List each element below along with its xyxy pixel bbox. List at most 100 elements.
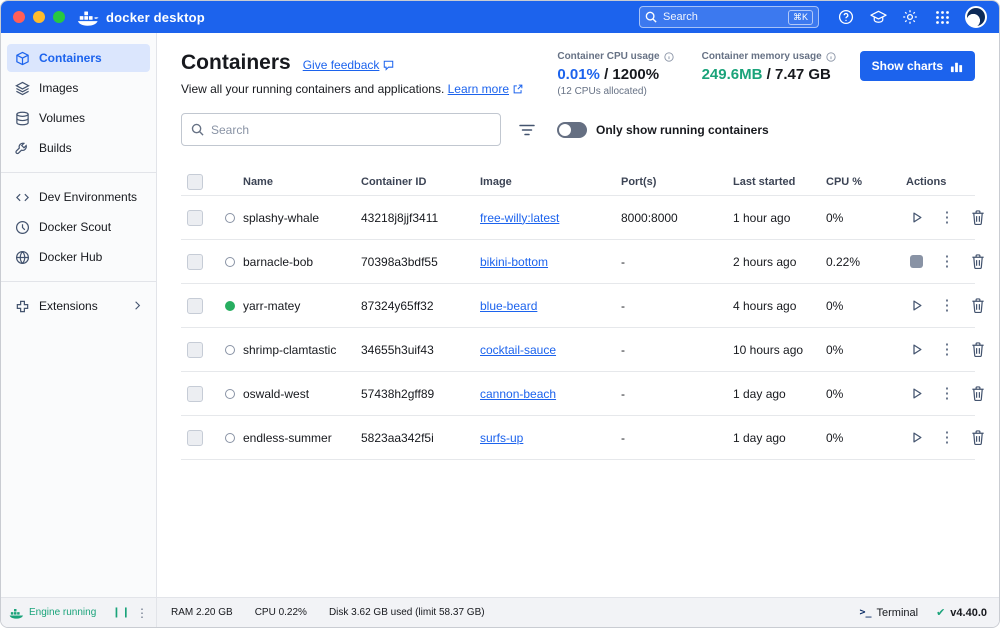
sidebar-item-images[interactable]: Images: [7, 74, 150, 102]
row-checkbox[interactable]: [187, 210, 203, 226]
sidebar-item-docker-scout[interactable]: Docker Scout: [7, 213, 150, 241]
table-row[interactable]: yarr-matey 87324y65ff32 blue-beard - 4 h…: [181, 284, 975, 328]
column-header-cpu[interactable]: CPU %: [814, 176, 894, 188]
version-label: v4.40.0: [950, 607, 987, 619]
column-header-actions: Actions: [894, 176, 975, 188]
row-checkbox[interactable]: [187, 254, 203, 270]
container-search-input[interactable]: [211, 123, 491, 137]
row-checkbox[interactable]: [187, 430, 203, 446]
ram-usage: RAM 2.20 GB: [171, 607, 233, 618]
container-cpu: 0%: [814, 299, 894, 313]
start-stop-button[interactable]: [906, 296, 926, 316]
trash-icon: [971, 342, 985, 357]
image-link[interactable]: bikini-bottom: [480, 255, 548, 269]
delete-button[interactable]: [968, 296, 988, 316]
container-name: endless-summer: [243, 431, 332, 445]
image-link[interactable]: cannon-beach: [480, 387, 556, 401]
apps-grid-icon[interactable]: [933, 8, 951, 26]
show-charts-button[interactable]: Show charts: [860, 51, 975, 81]
main-content: Containers Give feedback View all your r…: [157, 33, 999, 597]
sidebar-item-extensions[interactable]: Extensions: [7, 292, 150, 320]
help-icon[interactable]: [837, 8, 855, 26]
start-stop-button[interactable]: [906, 252, 926, 272]
running-only-toggle[interactable]: [557, 122, 587, 138]
table-row[interactable]: barnacle-bob 70398a3bdf55 bikini-bottom …: [181, 240, 975, 284]
container-cpu: 0%: [814, 211, 894, 225]
close-window-button[interactable]: [13, 11, 25, 23]
memory-usage-stat: Container memory usage 249.6MB / 7.47 GB: [702, 51, 836, 97]
user-avatar[interactable]: [965, 6, 987, 28]
select-all-checkbox[interactable]: [187, 174, 203, 190]
table-row[interactable]: shrimp-clamtastic 34655h3uif43 cocktail-…: [181, 328, 975, 372]
zoom-window-button[interactable]: [53, 11, 65, 23]
delete-button[interactable]: [968, 428, 988, 448]
image-link[interactable]: cocktail-sauce: [480, 343, 556, 357]
terminal-icon: >_: [859, 607, 871, 618]
container-ports: -: [609, 431, 721, 445]
container-last-started: 1 day ago: [721, 387, 814, 401]
table-row[interactable]: splashy-whale 43218j8jjf3411 free-willy:…: [181, 196, 975, 240]
delete-button[interactable]: [968, 340, 988, 360]
container-cpu: 0%: [814, 431, 894, 445]
image-link[interactable]: free-willy:latest: [480, 211, 559, 225]
sidebar-item-volumes[interactable]: Volumes: [7, 104, 150, 132]
memory-total-value: / 7.47 GB: [767, 66, 831, 83]
running-only-toggle-label: Only show running containers: [596, 123, 769, 137]
start-stop-button[interactable]: [906, 208, 926, 228]
sidebar-item-dev-environments[interactable]: Dev Environments: [7, 183, 150, 211]
sidebar-item-label: Volumes: [39, 111, 85, 125]
engine-status: Engine running ❙❙ ⋮: [1, 598, 157, 627]
give-feedback-link[interactable]: Give feedback: [303, 58, 395, 72]
kebab-icon: ⋮: [940, 298, 955, 313]
row-menu-button[interactable]: ⋮: [937, 428, 957, 448]
container-last-started: 4 hours ago: [721, 299, 814, 313]
container-search-box: [181, 113, 501, 146]
container-ports: 8000:8000: [609, 211, 721, 225]
container-ports: -: [609, 343, 721, 357]
container-last-started: 2 hours ago: [721, 255, 814, 269]
container-status-dot: [225, 433, 235, 443]
version-status[interactable]: ✔ v4.40.0: [936, 606, 987, 619]
sidebar-item-builds[interactable]: Builds: [7, 134, 150, 162]
info-icon[interactable]: [826, 52, 836, 62]
delete-button[interactable]: [968, 384, 988, 404]
image-link[interactable]: blue-beard: [480, 299, 537, 313]
column-header-name[interactable]: Name: [225, 176, 349, 188]
column-header-ports[interactable]: Port(s): [609, 176, 721, 188]
start-stop-button[interactable]: [906, 428, 926, 448]
info-icon[interactable]: [664, 52, 674, 62]
start-stop-button[interactable]: [906, 384, 926, 404]
row-checkbox[interactable]: [187, 342, 203, 358]
table-row[interactable]: endless-summer 5823aa342f5i surfs-up - 1…: [181, 416, 975, 460]
volumes-icon: [15, 111, 30, 126]
container-id: 57438h2gff89: [349, 387, 468, 401]
learning-center-icon[interactable]: [869, 8, 887, 26]
global-search[interactable]: Search ⌘K: [639, 6, 819, 28]
terminal-button[interactable]: >_ Terminal: [859, 607, 918, 619]
column-header-last-started[interactable]: Last started: [721, 176, 814, 188]
row-menu-button[interactable]: ⋮: [937, 384, 957, 404]
table-row[interactable]: oswald-west 57438h2gff89 cannon-beach - …: [181, 372, 975, 416]
pause-engine-icon[interactable]: ❙❙: [112, 607, 131, 618]
engine-menu-icon[interactable]: ⋮: [136, 606, 148, 620]
image-link[interactable]: surfs-up: [480, 431, 523, 445]
sidebar-item-containers[interactable]: Containers: [7, 44, 150, 72]
row-menu-button[interactable]: ⋮: [937, 252, 957, 272]
trash-icon: [971, 254, 985, 269]
row-checkbox[interactable]: [187, 386, 203, 402]
play-icon: [909, 342, 924, 357]
filter-icon[interactable]: [517, 121, 537, 139]
settings-gear-icon[interactable]: [901, 8, 919, 26]
delete-button[interactable]: [968, 208, 988, 228]
start-stop-button[interactable]: [906, 340, 926, 360]
delete-button[interactable]: [968, 252, 988, 272]
row-checkbox[interactable]: [187, 298, 203, 314]
row-menu-button[interactable]: ⋮: [937, 296, 957, 316]
row-menu-button[interactable]: ⋮: [937, 208, 957, 228]
column-header-container-id[interactable]: Container ID: [349, 176, 468, 188]
minimize-window-button[interactable]: [33, 11, 45, 23]
column-header-image[interactable]: Image: [468, 176, 609, 188]
sidebar-item-docker-hub[interactable]: Docker Hub: [7, 243, 150, 271]
row-menu-button[interactable]: ⋮: [937, 340, 957, 360]
learn-more-link[interactable]: Learn more: [448, 82, 523, 96]
